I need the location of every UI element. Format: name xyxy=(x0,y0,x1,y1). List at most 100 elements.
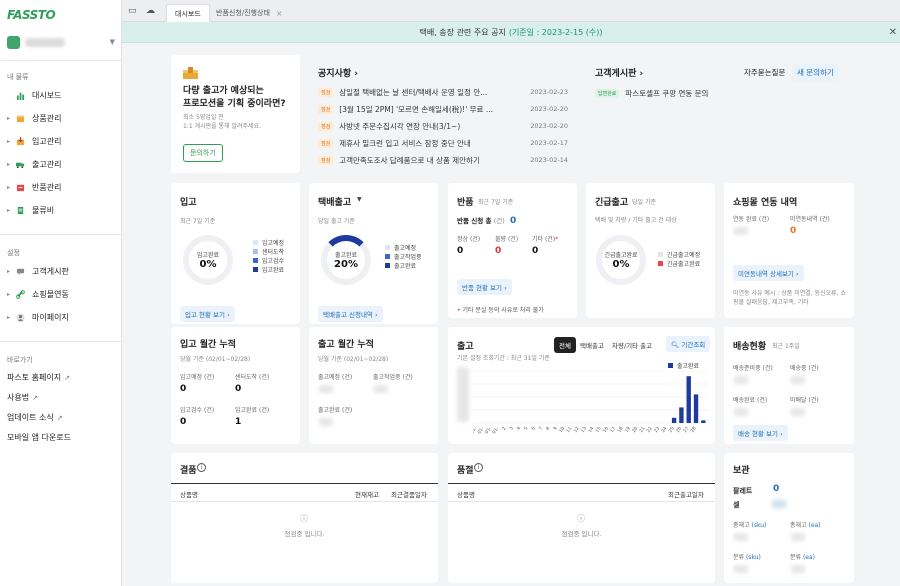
redacted-value xyxy=(734,565,748,573)
shortcut-updates[interactable]: 업데이트 소식 ↗ xyxy=(7,412,63,423)
x-tick-label: 19 xyxy=(624,426,632,434)
parcel-legend: 출고예정 출고작업중 출고완료 xyxy=(385,243,422,270)
sidebar-item-board[interactable]: ▸ 고객게시판 xyxy=(7,264,117,278)
x-tick-label: 23 xyxy=(653,426,661,434)
divider xyxy=(0,341,122,342)
account-name-redacted xyxy=(25,37,65,47)
sidebar-item-label: 반품관리 xyxy=(32,182,62,192)
shop-sync-card: 쇼핑몰 연동 내역 연동 완료 (건) 미연동내역 (건) 0 미연동내역 상세… xyxy=(724,183,854,318)
board-title[interactable]: 고객게시판 › xyxy=(595,66,643,79)
x-tick-label: 11 xyxy=(565,426,573,434)
segment-parcel[interactable]: 택배출고 xyxy=(575,337,609,353)
redacted-value xyxy=(734,408,748,416)
x-tick-label: 13 xyxy=(580,426,588,434)
status-badge: 점검 xyxy=(318,139,334,148)
x-tick-label: 01- xyxy=(491,425,500,435)
account-avatar xyxy=(7,35,20,49)
caret-down-icon[interactable]: ▼ xyxy=(357,196,362,203)
notices-title[interactable]: 공지사항 › xyxy=(318,66,358,79)
sidebar-item-inbound[interactable]: ▸ 입고관리 xyxy=(7,134,117,148)
tab-returns-status[interactable]: 반품신청/진행상태 × xyxy=(208,4,291,22)
inquiry-button[interactable]: 문의하기 xyxy=(183,144,223,162)
x-tick-label: 22 xyxy=(646,426,654,434)
x-tick-label: 6 xyxy=(530,426,537,432)
segment-all[interactable]: 전체 xyxy=(554,337,576,353)
redacted-value xyxy=(734,533,748,541)
delivery-status-button[interactable]: 배송 현황 보기 › xyxy=(733,425,788,441)
sidebar-item-fees[interactable]: ▸ 물류비 xyxy=(7,203,117,217)
x-tick-label: 18 xyxy=(616,426,624,434)
x-tick-label: 14 xyxy=(587,426,595,434)
redacted-value xyxy=(734,227,748,235)
close-icon[interactable]: ✕ xyxy=(889,27,897,38)
shortcut-mobile-app[interactable]: 모바일 앱 다운로드 xyxy=(7,432,71,443)
inbound-card: 입고 최근 7일 기준 입고완료 0% 입고예정 센터도착 입고검수 입고완료 입… xyxy=(171,183,300,324)
period-search-button[interactable]: 🔍︎ 기간조회 xyxy=(666,336,711,352)
sidebar-item-label: 물류비 xyxy=(32,205,55,215)
urgent-donut: 긴급출고완료 0% xyxy=(596,235,646,285)
inbound-status-button[interactable]: 입고 현황 보기 › xyxy=(180,306,235,322)
shortcut-guide[interactable]: 사용법 ↗ xyxy=(7,392,38,403)
chevron-right-icon: ▸ xyxy=(7,290,11,298)
cloud-sync-icon[interactable]: ☁ xyxy=(146,6,156,16)
x-tick-label: 7 xyxy=(538,426,545,432)
notice-item[interactable]: 점검 사방넷 주문수집시각 연장 안내(3/1~) 2023-02-20 xyxy=(318,121,568,132)
sidebar-item-mypage[interactable]: ▸ 마이페이지 xyxy=(7,310,117,324)
board-card: 고객게시판 › 답변완료 파스토셀프 쿠팡 연동 문의 자주묻는질문 새 문의하기 xyxy=(586,55,854,173)
inbound-monthly-card: 입고 월간 누적 당월 기준 (02/01~02/28) 입고예정 (건) 센터… xyxy=(171,327,300,444)
redacted-value xyxy=(791,408,805,416)
shortcut-homepage[interactable]: 파스토 홈페이지 ↗ xyxy=(7,372,70,383)
bar-02-25 xyxy=(679,407,684,423)
info-icon[interactable]: i xyxy=(197,463,206,472)
returns-status-button[interactable]: 반품 현황 보기 › xyxy=(457,279,512,295)
soldout-card: 품절 i 상품명 최근출고일자 ⓘ 점검중 입니다. xyxy=(448,453,715,583)
shop-sync-detail-button[interactable]: 미연동내역 상세보기 › xyxy=(733,265,804,281)
redacted-value xyxy=(791,533,805,541)
user-icon xyxy=(15,312,26,322)
info-icon[interactable]: i xyxy=(474,463,483,472)
box-icon xyxy=(15,113,26,123)
notice-banner[interactable]: 택배, 송장 관련 주요 공지 (기준일 : 2023-2-15 (수)) ✕ xyxy=(122,22,900,43)
chevron-right-icon: ▸ xyxy=(7,313,11,321)
chevron-right-icon: ▸ xyxy=(7,267,11,275)
section-settings: 설정 xyxy=(7,249,20,257)
chevron-right-icon: ▸ xyxy=(7,114,11,122)
returns-card: 반품 최근 7일 기준 반품 신청 총 (건) 0 정상 (건) 불량 (건) … xyxy=(448,183,577,318)
redacted-value xyxy=(791,376,805,384)
close-icon[interactable]: × xyxy=(276,9,283,18)
x-tick-label: 25 xyxy=(668,426,676,434)
sidebar-item-dashboard[interactable]: 대시보드 xyxy=(7,88,117,102)
sidebar-item-returns[interactable]: ▸ 반품관리 xyxy=(7,180,117,194)
tab-dashboard[interactable]: 대시보드 xyxy=(166,4,210,22)
new-inquiry-button[interactable]: 새 문의하기 xyxy=(792,64,839,81)
chevron-right-icon: ▸ xyxy=(7,183,11,191)
section-shortcuts: 바로가기 xyxy=(7,356,33,364)
notice-item[interactable]: 점검 [3월 15일 2PM] '모르면 손해일세(稅)!' 무료 ... 2023… xyxy=(318,104,568,115)
parcel-history-button[interactable]: 택배출고 신청내역 › xyxy=(318,306,383,322)
segment-vehicle[interactable]: 차량/기타 출고 xyxy=(607,337,657,353)
notice-title: 고객만족도조사 답례품으로 내 상품 제안하기 xyxy=(339,156,480,165)
urgent-card: 긴급출고 당일 기준 택배 및 차량 / 기타 출고 건 대상 긴급출고완료 0%… xyxy=(586,183,715,318)
account-selector[interactable]: ▼ xyxy=(7,34,115,50)
x-tick-label: 27 xyxy=(682,426,690,434)
sidebar-item-shop-link[interactable]: ▸ 쇼핑몰연동 xyxy=(7,287,117,301)
notice-item[interactable]: 점검 고객만족도조사 답례품으로 내 상품 제안하기 2023-02-14 xyxy=(318,155,568,166)
chevron-down-icon: ▼ xyxy=(109,38,115,46)
info-icon: ⓘ xyxy=(577,514,585,523)
external-link-icon: ↗ xyxy=(64,373,70,382)
panel-toggle-icon[interactable]: ▭ xyxy=(128,6,138,16)
x-tick-label: 21 xyxy=(638,426,646,434)
faq-link[interactable]: 자주묻는질문 xyxy=(744,67,785,78)
notice-item[interactable]: 점검 삼일절 택배없는 날 센터/택배사 운영 일정 안... 2023-02-23 xyxy=(318,87,568,98)
notice-item[interactable]: 점검 제휴사 밀크런 입고 서비스 잠정 중단 안내 2023-02-17 xyxy=(318,138,568,149)
sidebar-item-products[interactable]: ▸ 상품관리 xyxy=(7,111,117,125)
board-item[interactable]: 답변완료 파스토셀프 쿠팡 연동 문의 xyxy=(595,88,708,99)
notices-card: 공지사항 › 점검 삼일절 택배없는 날 센터/택배사 운영 일정 안... 202… xyxy=(309,55,577,173)
fassto-logo[interactable]: FASSTO xyxy=(7,8,56,22)
sidebar-item-label: 상품관리 xyxy=(32,113,62,123)
x-tick-label: 01- xyxy=(476,425,485,435)
sidebar-item-outbound[interactable]: ▸ 출고관리 xyxy=(7,157,117,171)
status-badge: 점검 xyxy=(318,105,334,114)
outbound-chart-card: 출고 기본 설정 조회기간 : 최근 31일 기준 전체 택배출고 차량/기타 … xyxy=(448,327,715,444)
notice-title: [3월 15일 2PM] '모르면 손해일세(稅)!' 무료 ... xyxy=(339,105,493,114)
